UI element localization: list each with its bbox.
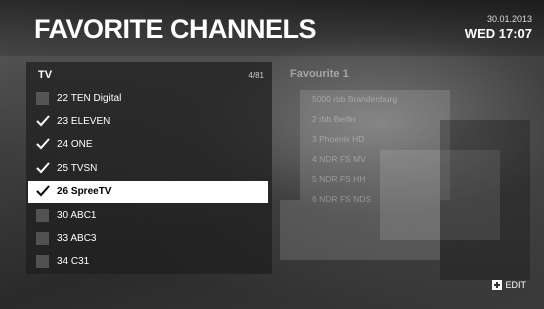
channel-label: 34 C31 <box>57 256 90 268</box>
favourite-item: 2 rbb Berlin <box>312 114 356 124</box>
checkmark-icon[interactable] <box>36 185 50 198</box>
favourite-list-panel: Favourite 1 5000 rbb Brandenburg 2 rbb Be… <box>290 62 470 262</box>
checkbox-empty[interactable] <box>36 231 49 245</box>
channel-row[interactable]: 22 TEN Digital <box>28 87 268 109</box>
channel-row[interactable]: 34 C31 <box>28 251 268 273</box>
favourite-item: 5000 rbb Brandenburg <box>312 94 398 104</box>
plus-box-icon <box>492 280 503 290</box>
channel-count: 4/81 <box>248 71 264 80</box>
channel-row[interactable]: 30 ABC1 <box>28 204 268 226</box>
favourite-item: 3 Phoenix HD <box>312 134 365 144</box>
checkbox-empty[interactable] <box>36 91 49 105</box>
favourite-item: 4 NDR FS MV <box>312 154 366 164</box>
date-display: 30.01.2013 <box>486 14 532 24</box>
channel-row[interactable]: 33 ABC3 <box>28 227 268 249</box>
checkmark-icon[interactable] <box>36 138 50 151</box>
channel-list-panel: TV 4/81 22 TEN Digital 23 ELEVEN 24 ONE 25 … <box>26 62 272 274</box>
checkmark-icon[interactable] <box>36 162 50 175</box>
checkmark-icon[interactable] <box>36 115 50 128</box>
checkbox-empty[interactable] <box>36 208 49 222</box>
time-display: WED 17:07 <box>464 26 532 41</box>
list-header: TV <box>38 69 53 81</box>
channel-label: 23 ELEVEN <box>57 115 111 127</box>
channel-label: 30 ABC1 <box>57 209 97 221</box>
checkbox-empty[interactable] <box>36 255 49 269</box>
channel-label: 33 ABC3 <box>57 232 97 244</box>
favourite-item: 5 NDR FS HH <box>312 174 366 184</box>
channel-label: 24 ONE <box>57 139 93 151</box>
favourite-list-title: Favourite 1 <box>290 68 349 80</box>
channel-label: 22 TEN Digital <box>57 92 122 104</box>
edit-label: EDIT <box>505 280 526 290</box>
header-bar: FAVORITE CHANNELS 30.01.2013 WED 17:07 <box>0 0 544 56</box>
channel-row[interactable]: 23 ELEVEN <box>28 110 268 132</box>
channel-label: 25 TVSN <box>57 162 98 174</box>
tv-screen: FAVORITE CHANNELS 30.01.2013 WED 17:07 T… <box>0 0 544 309</box>
channel-row[interactable]: 25 TVSN <box>28 157 268 179</box>
edit-button[interactable]: EDIT <box>492 280 526 290</box>
channel-row[interactable]: 26 SpreeTV <box>28 180 268 203</box>
page-title: FAVORITE CHANNELS <box>34 14 317 44</box>
channel-row[interactable]: 24 ONE <box>28 134 268 156</box>
channel-label: 26 SpreeTV <box>57 186 112 198</box>
favourite-item: 6 NDR FS NDS <box>312 194 372 204</box>
